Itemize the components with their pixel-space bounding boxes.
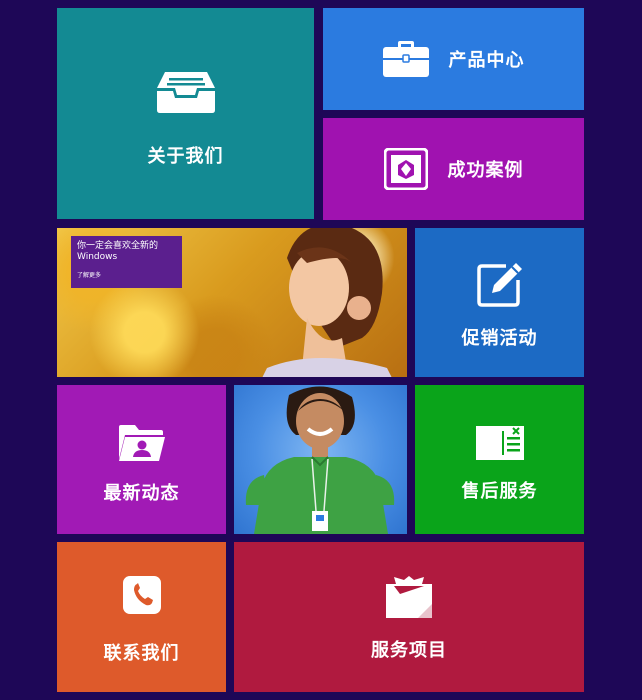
banner-learn-more-link[interactable]: 了解更多 bbox=[77, 270, 176, 279]
tile-success-cases-label: 成功案例 bbox=[447, 160, 524, 181]
tile-after-sales[interactable]: 售后服务 bbox=[415, 385, 584, 534]
tile-about-us-label: 关于我们 bbox=[147, 145, 224, 167]
tile-service-items-label: 服务项目 bbox=[371, 640, 447, 661]
tile-products-label: 产品中心 bbox=[448, 50, 525, 71]
tile-after-sales-label: 售后服务 bbox=[461, 480, 538, 502]
inbox-tray-icon bbox=[155, 70, 217, 114]
tile-about-us[interactable]: 关于我们 bbox=[57, 8, 314, 219]
edit-pencil-icon bbox=[476, 260, 524, 308]
tile-success-cases[interactable]: 成功案例 bbox=[323, 118, 584, 220]
woman-portrait-illustration bbox=[262, 228, 392, 377]
banner-headline: 你一定会喜欢全新的 Windows bbox=[77, 241, 159, 262]
tile-latest-news[interactable]: 最新动态 bbox=[57, 385, 226, 534]
woman-green-shirt-illustration bbox=[245, 386, 395, 534]
tile-service-items[interactable]: 服务项目 bbox=[234, 542, 584, 692]
tile-contact-us[interactable]: 联系我们 bbox=[57, 542, 226, 692]
case-box-icon bbox=[383, 148, 428, 190]
ticket-card-icon bbox=[475, 425, 525, 461]
package-box-icon bbox=[384, 576, 434, 620]
tile-promotions[interactable]: 促销活动 bbox=[415, 228, 584, 377]
person-photo-tile[interactable] bbox=[234, 385, 407, 534]
tile-latest-news-label: 最新动态 bbox=[103, 482, 180, 504]
windows-promo-banner[interactable]: 你一定会喜欢全新的 Windows 了解更多 bbox=[57, 228, 407, 377]
tile-products[interactable]: 产品中心 bbox=[323, 8, 584, 110]
tile-contact-us-label: 联系我们 bbox=[103, 643, 180, 664]
tile-promotions-label: 促销活动 bbox=[461, 327, 538, 349]
folder-person-icon bbox=[117, 423, 167, 463]
briefcase-icon bbox=[382, 41, 429, 77]
banner-text-box: 你一定会喜欢全新的 Windows 了解更多 bbox=[71, 236, 182, 288]
phone-icon bbox=[122, 575, 162, 615]
